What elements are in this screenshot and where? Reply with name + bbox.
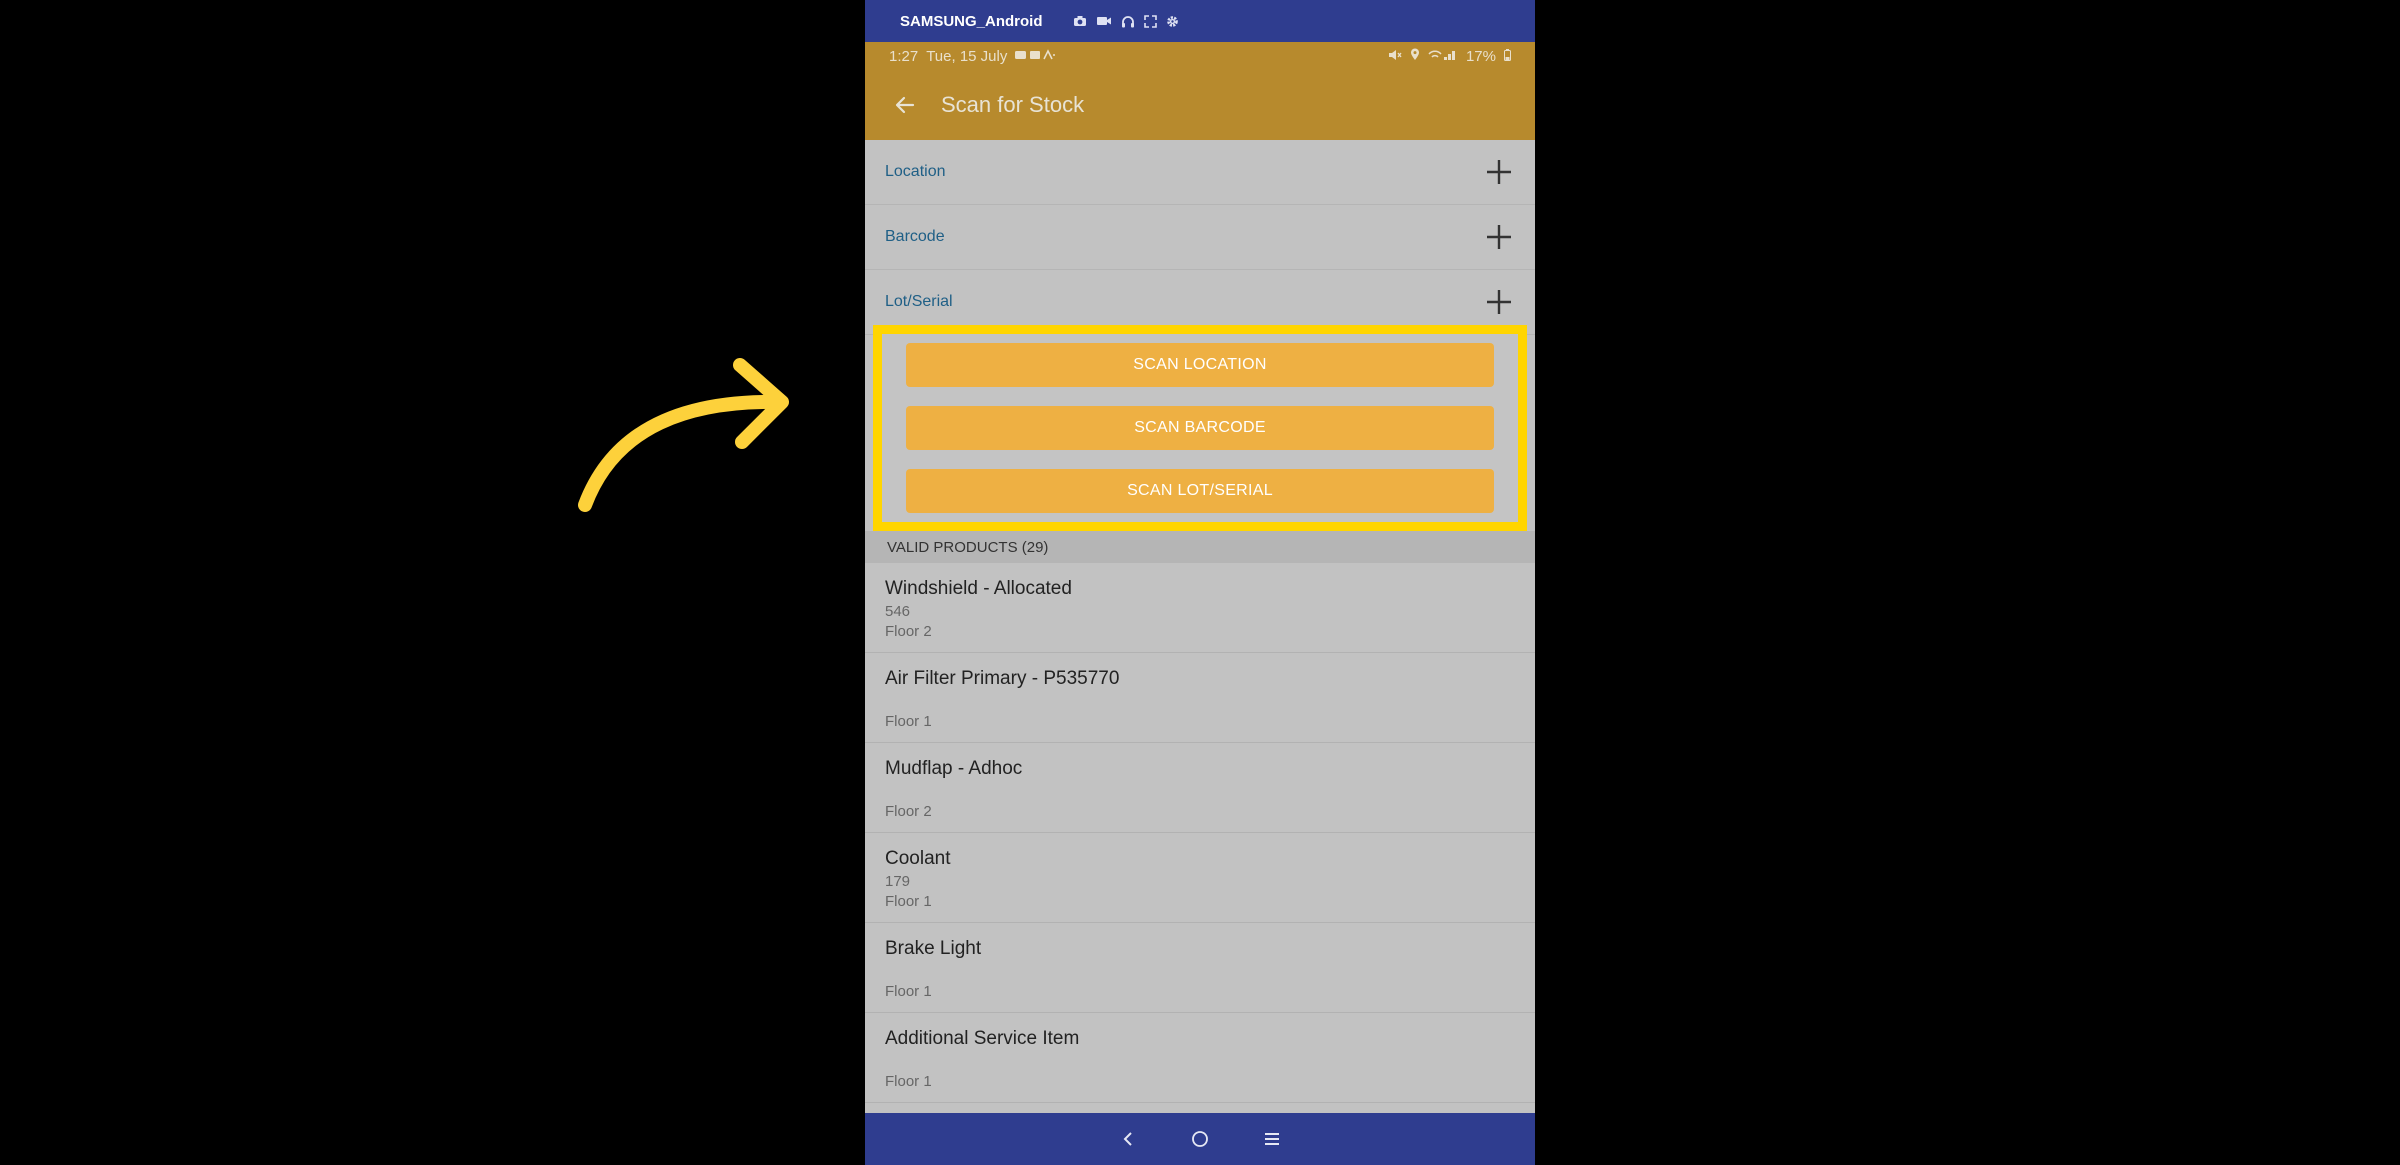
product-location: Floor 1 <box>885 983 932 1000</box>
mute-icon <box>1388 48 1402 65</box>
add-lot-serial-plus-icon[interactable] <box>1483 286 1515 318</box>
headphones-icon[interactable] <box>1121 15 1135 28</box>
nav-recents-icon[interactable] <box>1260 1127 1284 1151</box>
fullscreen-icon[interactable] <box>1143 14 1157 28</box>
product-qty <box>885 962 1515 982</box>
product-name: Coolant <box>885 848 951 869</box>
location-pin-icon <box>1410 48 1420 65</box>
system-nav-bar <box>865 1113 1535 1165</box>
filter-row-barcode[interactable]: Barcode <box>865 205 1535 270</box>
product-location: Floor 1 <box>885 893 932 910</box>
add-barcode-plus-icon[interactable] <box>1483 221 1515 253</box>
product-qty <box>885 782 1515 802</box>
status-date: Tue, 15 July <box>926 47 1008 65</box>
camera-icon[interactable] <box>1073 15 1087 28</box>
filter-label: Location <box>885 163 946 180</box>
product-location: Floor 1 <box>885 1073 932 1090</box>
list-item[interactable]: Additional Service Item Floor 1 <box>865 1013 1535 1103</box>
status-time: 1:27 <box>889 47 919 65</box>
filter-list: Location Barcode Lot/Serial <box>865 140 1535 335</box>
app-bar: Scan for Stock <box>865 70 1535 140</box>
product-name: Mudflap - Adhoc <box>885 758 1023 779</box>
product-qty <box>885 1052 1515 1072</box>
scan-location-button[interactable]: SCAN LOCATION <box>906 343 1494 388</box>
scan-barcode-button[interactable]: SCAN BARCODE <box>906 405 1494 450</box>
nav-home-icon[interactable] <box>1188 1127 1212 1151</box>
battery-percent: 17% <box>1465 47 1496 65</box>
scan-lot-serial-button[interactable]: SCAN LOT/SERIAL <box>906 468 1494 513</box>
filter-label: Barcode <box>885 228 945 245</box>
list-item[interactable]: Brake Light Floor 1 <box>865 923 1535 1013</box>
list-item[interactable]: Air Filter Primary - P535770 Floor 1 <box>865 653 1535 743</box>
product-qty: 546 <box>885 603 911 620</box>
product-name: Additional Service Item <box>885 1028 1080 1049</box>
product-name: Windshield - Allocated <box>885 578 1072 599</box>
product-qty: 179 <box>885 873 911 890</box>
valid-products-header: VALID PRODUCTS (29) <box>865 531 1535 563</box>
settings-icon[interactable] <box>1166 15 1179 28</box>
page-title: Scan for Stock <box>941 92 1085 117</box>
list-item[interactable]: Windshield - Allocated 546 Floor 2 <box>865 563 1535 653</box>
filter-label: Lot/Serial <box>885 293 953 310</box>
scan-buttons-highlight: SCAN LOCATION SCAN BARCODE SCAN LOT/SERI… <box>873 325 1527 531</box>
phone-screen: SAMSUNG_Android 1:27 Tue, 15 July 17% Sc… <box>865 0 1535 1165</box>
device-name: SAMSUNG_Android <box>900 12 1043 30</box>
product-name: Air Filter Primary - P535770 <box>885 668 1120 689</box>
back-arrow-icon[interactable] <box>879 70 931 140</box>
annotation-arrow-icon <box>578 358 789 512</box>
product-list: Windshield - Allocated 546 Floor 2 Air F… <box>865 563 1535 1103</box>
notification-icon <box>1015 48 1056 65</box>
list-item[interactable]: Coolant 179 Floor 1 <box>865 833 1535 923</box>
product-name: Brake Light <box>885 938 982 959</box>
product-location: Floor 2 <box>885 803 932 820</box>
status-bar: 1:27 Tue, 15 July 17% <box>865 42 1535 70</box>
video-icon[interactable] <box>1096 15 1112 28</box>
product-qty <box>885 692 1515 712</box>
device-title-bar: SAMSUNG_Android <box>865 0 1535 42</box>
product-location: Floor 2 <box>885 623 932 640</box>
list-item[interactable]: Mudflap - Adhoc Floor 2 <box>865 743 1535 833</box>
nav-back-icon[interactable] <box>1116 1127 1140 1151</box>
filter-row-location[interactable]: Location <box>865 140 1535 205</box>
battery-icon <box>1504 48 1511 65</box>
add-location-plus-icon[interactable] <box>1483 156 1515 188</box>
signal-icon <box>1428 48 1458 65</box>
product-location: Floor 1 <box>885 713 932 730</box>
